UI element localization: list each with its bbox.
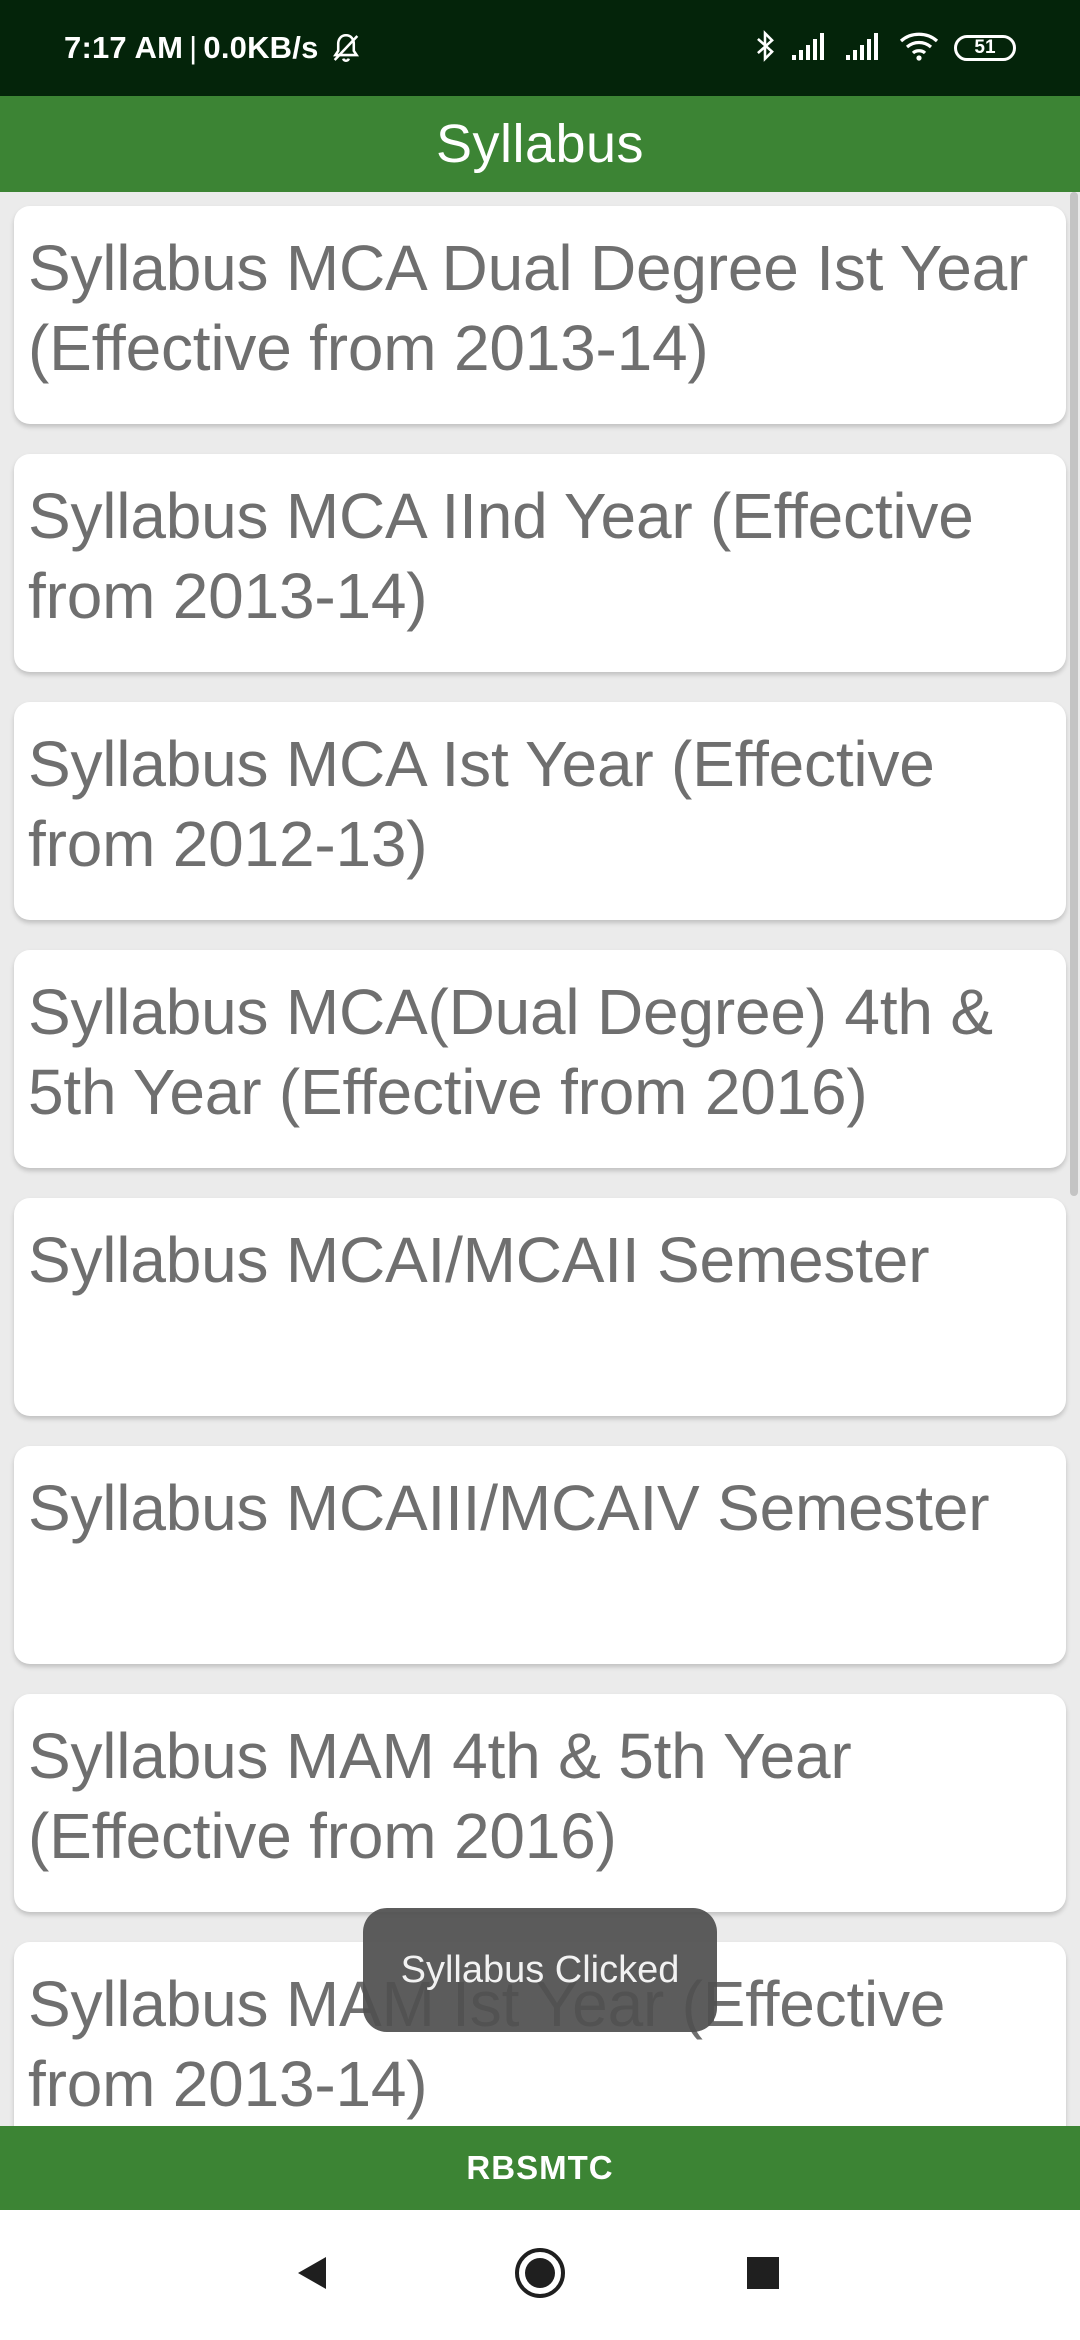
home-button[interactable]: [480, 2210, 600, 2340]
list-item[interactable]: Syllabus MAM 4th & 5th Year (Effective f…: [14, 1694, 1066, 1912]
scrollbar[interactable]: [1070, 192, 1078, 1196]
home-icon: [513, 2246, 567, 2305]
status-time: 7:17 AM: [64, 30, 184, 65]
nav-bar: [0, 2210, 1080, 2340]
footer-label: RBSMTC: [466, 2149, 614, 2186]
list-item[interactable]: Syllabus MCAI/MCAII Semester: [14, 1198, 1066, 1416]
page-title: Syllabus: [435, 114, 645, 174]
list-item[interactable]: Syllabus MCA IInd Year (Effective from 2…: [14, 454, 1066, 672]
status-right: 51: [754, 0, 1016, 96]
syllabus-list[interactable]: Syllabus MCA Dual Degree Ist Year (Effec…: [0, 192, 1080, 2126]
list-item[interactable]: Syllabus MCA Ist Year (Effective from 20…: [14, 702, 1066, 920]
list-item-label: Syllabus MCA(Dual Degree) 4th & 5th Year…: [28, 976, 993, 1128]
app-bar: Syllabus: [0, 96, 1080, 192]
list-item-label: Syllabus MCA IInd Year (Effective from 2…: [28, 480, 974, 632]
recents-icon: [745, 2255, 781, 2296]
back-icon: [294, 2254, 330, 2297]
bell-off-icon: [329, 31, 363, 65]
network-speed: 0.0KB/s: [203, 30, 319, 65]
signal-icon: [790, 31, 830, 66]
list-item-label: Syllabus MAM 4th & 5th Year (Effective f…: [28, 1720, 852, 1872]
list-item-label: Syllabus MCAIII/MCAIV Semester: [28, 1472, 990, 1544]
list-item[interactable]: Syllabus MCA Dual Degree Ist Year (Effec…: [14, 206, 1066, 424]
footer: RBSMTC: [0, 2126, 1080, 2210]
status-bar: 7:17 AM | 0.0KB/s 51: [0, 0, 1080, 96]
signal-icon: [844, 31, 884, 66]
list-item-label: Syllabus MCA Dual Degree Ist Year (Effec…: [28, 232, 1029, 384]
list-item-label: Syllabus MCA Ist Year (Effective from 20…: [28, 728, 935, 880]
back-button[interactable]: [252, 2210, 372, 2340]
wifi-icon: [898, 30, 940, 67]
list-item[interactable]: Syllabus MCA(Dual Degree) 4th & 5th Year…: [14, 950, 1066, 1168]
status-left: 7:17 AM | 0.0KB/s: [64, 0, 363, 96]
battery-level: 51: [974, 37, 996, 58]
toast-message: Syllabus Clicked: [363, 1908, 717, 2032]
battery-icon: 51: [954, 35, 1016, 61]
list-item-label: Syllabus MCAI/MCAII Semester: [28, 1224, 930, 1296]
list-item[interactable]: Syllabus MCAIII/MCAIV Semester: [14, 1446, 1066, 1664]
recents-button[interactable]: [703, 2210, 823, 2340]
bluetooth-icon: [754, 29, 776, 68]
status-separator: |: [189, 30, 198, 65]
